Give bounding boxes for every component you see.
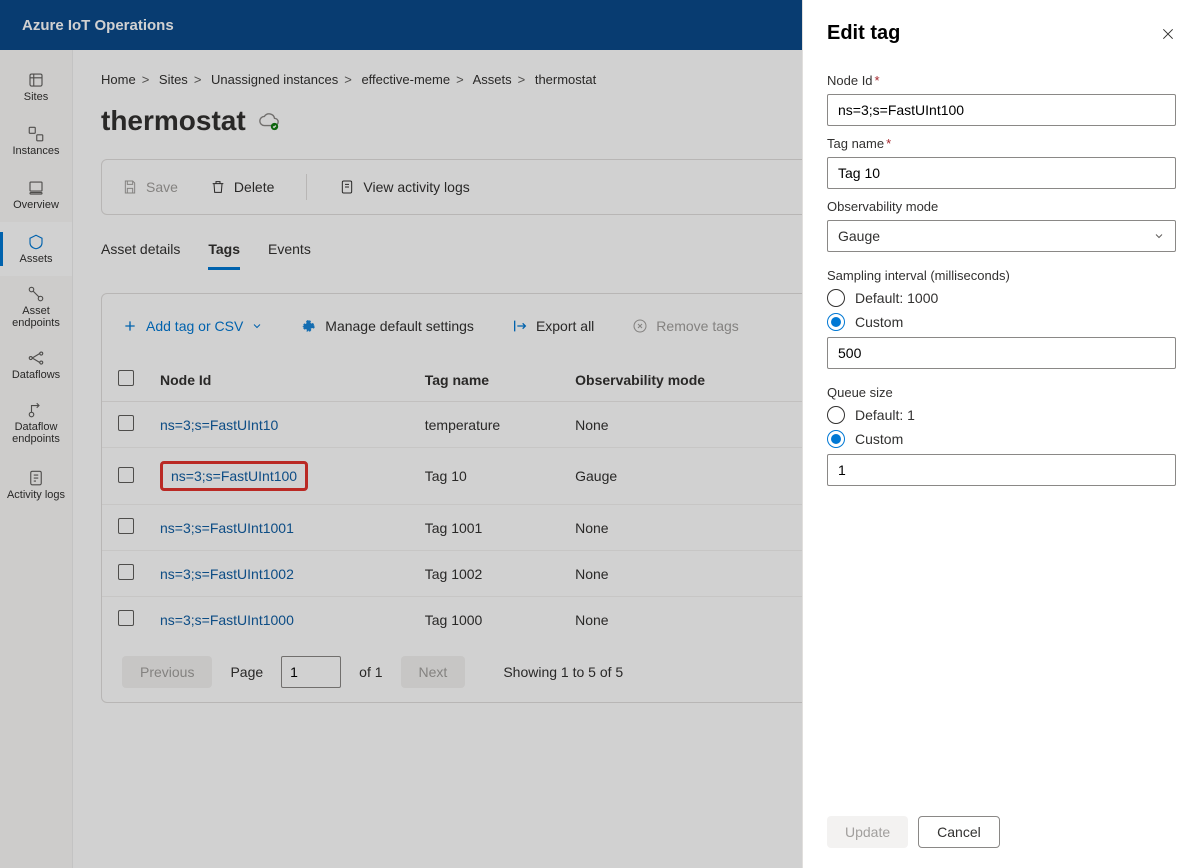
panel-title: Edit tag	[827, 22, 900, 45]
update-button: Update	[827, 816, 908, 848]
queue-input[interactable]	[827, 454, 1176, 486]
queue-custom-radio[interactable]: Custom	[827, 430, 1176, 448]
obs-mode-select[interactable]: Gauge	[827, 220, 1176, 252]
node-id-label: Node Id*	[827, 73, 1176, 88]
radio-icon	[827, 313, 845, 331]
cancel-button[interactable]: Cancel	[918, 816, 1000, 848]
radio-icon	[827, 289, 845, 307]
sampling-input[interactable]	[827, 337, 1176, 369]
tag-name-input[interactable]	[827, 157, 1176, 189]
sampling-custom-radio[interactable]: Custom	[827, 313, 1176, 331]
radio-icon	[827, 406, 845, 424]
tag-name-label: Tag name*	[827, 136, 1176, 151]
queue-default-radio[interactable]: Default: 1	[827, 406, 1176, 424]
sampling-default-radio[interactable]: Default: 1000	[827, 289, 1176, 307]
close-icon[interactable]	[1160, 26, 1176, 42]
node-id-input[interactable]	[827, 94, 1176, 126]
edit-tag-panel: Edit tag Node Id* Tag name* Observabilit…	[802, 0, 1200, 868]
radio-icon	[827, 430, 845, 448]
modal-scrim[interactable]	[0, 0, 802, 868]
queue-label: Queue size	[827, 385, 1176, 400]
sampling-label: Sampling interval (milliseconds)	[827, 268, 1176, 283]
chevron-down-icon	[1153, 230, 1165, 242]
obs-mode-label: Observability mode	[827, 199, 1176, 214]
